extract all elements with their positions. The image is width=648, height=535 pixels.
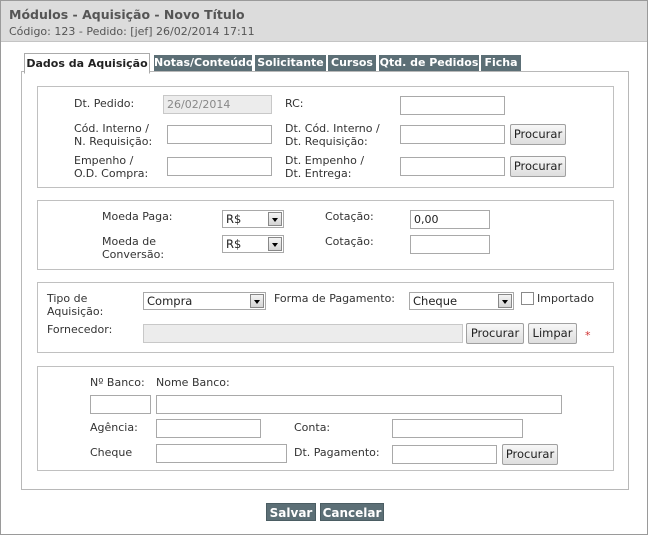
importado-label: Importado	[537, 292, 594, 305]
fornecedor-label: Fornecedor:	[47, 323, 113, 336]
empenho-field[interactable]	[167, 157, 272, 176]
dt-pedido-label: Dt. Pedido:	[74, 97, 135, 110]
cod-interno-label: Cód. Interno / N. Requisição:	[74, 122, 153, 148]
chevron-down-icon	[250, 294, 264, 308]
dt-pedido-field: 26/02/2014	[163, 95, 272, 114]
dt-empenho-field[interactable]	[400, 157, 505, 176]
cheque-label: Cheque	[90, 446, 133, 459]
section-moeda: Moeda Paga: R$ Cotação: 0,00 Moeda de Con…	[37, 200, 614, 270]
limpar-fornecedor-button[interactable]: Limpar	[528, 323, 577, 344]
tab-ficha[interactable]: Ficha	[481, 55, 521, 71]
dialog-header: Módulos - Aquisição - Novo Título Código…	[1, 1, 647, 42]
section-banco: Nº Banco: Nome Banco: Agência: Conta: Ch…	[37, 366, 614, 471]
forma-pagamento-select[interactable]: Cheque	[409, 292, 514, 310]
section-dados-pedido: Dt. Pedido: 26/02/2014 RC: Cód. Interno …	[37, 86, 614, 188]
conta-label: Conta:	[294, 421, 331, 434]
rc-label: RC:	[285, 97, 304, 110]
tab-panel: Dt. Pedido: 26/02/2014 RC: Cód. Interno …	[21, 71, 629, 490]
tab-dados-aquisicao[interactable]: Dados da Aquisição	[24, 53, 150, 74]
agencia-label: Agência:	[90, 421, 138, 434]
required-marker: *	[585, 329, 591, 342]
rc-field[interactable]	[400, 96, 505, 115]
tipo-aquisicao-select[interactable]: Compra	[143, 292, 266, 310]
dt-cod-interno-field[interactable]	[400, 125, 505, 144]
moeda-paga-select[interactable]: R$	[222, 210, 284, 228]
cotacao-conversao-label: Cotação:	[325, 235, 374, 248]
procurar-fornecedor-button[interactable]: Procurar	[466, 323, 524, 344]
moeda-paga-label: Moeda Paga:	[102, 210, 173, 223]
moeda-conversao-label: Moeda de Conversão:	[102, 235, 165, 261]
cotacao-label: Cotação:	[325, 210, 374, 223]
importado-checkbox[interactable]	[521, 292, 534, 305]
forma-pagamento-label: Forma de Pagamento:	[274, 292, 395, 305]
dialog-window: Módulos - Aquisição - Novo Título Código…	[0, 0, 648, 535]
section-aquisicao: Tipo de Aquisição: Compra Forma de Pagame…	[37, 282, 614, 353]
dialog-subtitle: Código: 123 - Pedido: [jef] 26/02/2014 1…	[9, 25, 255, 38]
dt-pagamento-field[interactable]	[392, 445, 497, 464]
empenho-label: Empenho / O.D. Compra:	[74, 154, 149, 180]
moeda-conversao-select[interactable]: R$	[222, 235, 284, 253]
cotacao-field[interactable]: 0,00	[410, 210, 490, 229]
tab-qtd-pedidos[interactable]: Qtd. de Pedidos	[379, 55, 479, 71]
procurar-dt-requisicao-button[interactable]: Procurar	[510, 124, 566, 145]
cancelar-button[interactable]: Cancelar	[320, 503, 384, 521]
agencia-field[interactable]	[156, 419, 261, 438]
tipo-aquisicao-label: Tipo de Aquisição:	[47, 292, 104, 318]
procurar-dt-entrega-button[interactable]: Procurar	[510, 156, 566, 177]
dialog-title: Módulos - Aquisição - Novo Título	[9, 7, 245, 22]
chevron-down-icon	[268, 212, 282, 226]
nome-banco-field[interactable]	[156, 395, 562, 414]
dt-empenho-label: Dt. Empenho / Dt. Entrega:	[285, 154, 365, 180]
n-banco-label: Nº Banco:	[90, 376, 145, 389]
fornecedor-field	[143, 324, 463, 343]
tab-solicitante[interactable]: Solicitante	[255, 55, 326, 71]
dt-pagamento-label: Dt. Pagamento:	[294, 446, 380, 459]
cod-interno-field[interactable]	[167, 125, 272, 144]
conta-field[interactable]	[392, 419, 523, 438]
chevron-down-icon	[498, 294, 512, 308]
cheque-field[interactable]	[156, 444, 287, 463]
tab-notas-conteudo[interactable]: Notas/Conteúdo	[154, 55, 253, 71]
chevron-down-icon	[268, 237, 282, 251]
tab-cursos[interactable]: Cursos	[328, 55, 376, 71]
nome-banco-label: Nome Banco:	[156, 376, 230, 389]
cotacao-conversao-field[interactable]	[410, 235, 490, 254]
procurar-dt-pagamento-button[interactable]: Procurar	[502, 444, 558, 465]
salvar-button[interactable]: Salvar	[266, 503, 316, 521]
dt-cod-interno-label: Dt. Cód. Interno / Dt. Requisição:	[285, 122, 380, 148]
n-banco-field[interactable]	[90, 395, 151, 414]
